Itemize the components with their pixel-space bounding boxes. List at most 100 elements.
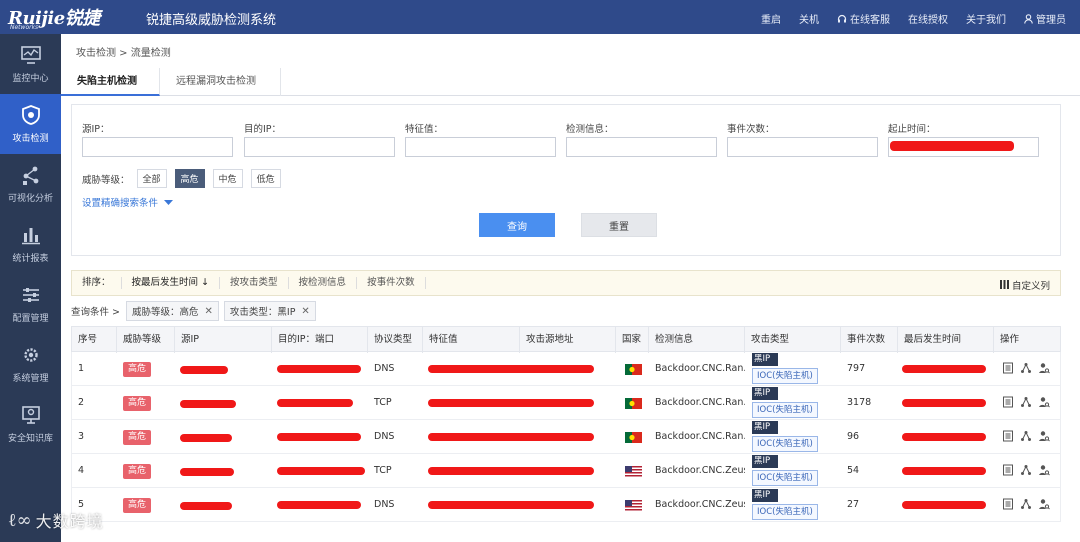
- details-icon[interactable]: [1002, 362, 1014, 374]
- threat-level-cell: 高危: [117, 488, 175, 522]
- custom-columns-button[interactable]: 自定义列: [999, 278, 1050, 292]
- redaction-mark: [277, 399, 353, 407]
- table-row[interactable]: 1 高危 DNS Backdoor.CNC.Ran... 黑IP IOC(失陷主机) 797: [71, 352, 1061, 386]
- redaction-mark: [902, 365, 986, 373]
- close-icon[interactable]: ✕: [205, 306, 213, 317]
- sidebar-item-attack-detect[interactable]: 攻击检测: [0, 94, 61, 154]
- redaction-mark: [428, 501, 594, 509]
- col-actions: 操作: [1000, 334, 1020, 345]
- sidebar-item-knowledge[interactable]: 安全知识库: [0, 394, 61, 454]
- user-search-icon[interactable]: [1038, 498, 1050, 510]
- detect-info-cell[interactable]: Backdoor.CNC.Ran...: [649, 420, 745, 454]
- sidebar-item-label: 安全知识库: [7, 434, 53, 444]
- protocol-cell: DNS: [374, 363, 395, 374]
- sort-last-time-label: 按最后发生时间: [131, 277, 199, 288]
- level-chip-high[interactable]: 高危: [174, 169, 205, 188]
- shutdown-link[interactable]: 关机: [799, 11, 819, 26]
- feature-input[interactable]: [405, 137, 556, 157]
- event-count-input[interactable]: [727, 137, 878, 157]
- attack-type-cell: 黑IP IOC(失陷主机): [752, 353, 818, 384]
- restart-link[interactable]: 重启: [761, 11, 781, 26]
- table-row[interactable]: 3 高危 DNS Backdoor.CNC.Ran... 黑IP IOC(失陷主机) 96: [71, 420, 1061, 454]
- dst-ip-label: 目的IP：: [244, 124, 282, 135]
- sort-last-time[interactable]: 按最后发生时间 ↓: [122, 277, 221, 289]
- user-search-icon[interactable]: [1038, 430, 1050, 442]
- detect-info-cell[interactable]: Backdoor.CNC.Ran...: [649, 352, 745, 386]
- redaction-mark: [902, 501, 986, 509]
- sidebar-item-system[interactable]: 系统管理: [0, 334, 61, 394]
- sidebar-item-reports[interactable]: 统计报表: [0, 214, 61, 274]
- redaction-mark: [277, 365, 361, 373]
- knowledge-icon: [21, 406, 40, 424]
- user-search-icon[interactable]: [1038, 362, 1050, 374]
- redaction-mark: [902, 467, 986, 475]
- redaction-mark: [180, 502, 232, 510]
- user-search-icon[interactable]: [1038, 396, 1050, 408]
- sidebar-item-monitor[interactable]: 监控中心: [0, 34, 61, 94]
- sort-event-count[interactable]: 按事件次数: [357, 277, 426, 289]
- event-count-cell: 54: [847, 465, 860, 476]
- detect-info-cell[interactable]: Backdoor.CNC.Zeus: [649, 454, 745, 488]
- reset-button[interactable]: 重置: [581, 213, 657, 237]
- level-chip-all[interactable]: 全部: [136, 169, 167, 188]
- detect-info-input[interactable]: [566, 137, 717, 157]
- status-badge: 高危: [123, 498, 152, 513]
- sort-detect-info[interactable]: 按检测信息: [289, 277, 358, 289]
- user-menu[interactable]: 管理员: [1024, 11, 1066, 26]
- redaction-mark: [277, 501, 361, 509]
- about-link[interactable]: 关于我们: [966, 11, 1006, 26]
- main-content: 攻击检测 > 流量检测 失陷主机检测 远程漏洞攻击检测 源IP： 目的IP： 特…: [61, 34, 1080, 542]
- detect-info-cell[interactable]: Backdoor.CNC.Zeus: [649, 488, 745, 522]
- online-service-link[interactable]: 在线客服: [837, 11, 890, 26]
- protocol-cell: DNS: [374, 499, 395, 510]
- detect-info-cell[interactable]: Backdoor.CNC.Ran...: [649, 386, 745, 420]
- row-actions: [1002, 464, 1050, 476]
- redaction-mark: [902, 399, 986, 407]
- user-icon: [1024, 13, 1033, 24]
- query-button[interactable]: 查询: [479, 213, 555, 237]
- col-src-ip: 源IP: [175, 327, 272, 353]
- threat-level-cell: 高危: [117, 386, 175, 420]
- sidebar-item-visual-analysis[interactable]: 可视化分析: [0, 154, 61, 214]
- feature-label: 特征值：: [405, 124, 444, 135]
- black-ip-tag: 黑IP: [752, 387, 778, 400]
- sort-attack-type[interactable]: 按攻击类型: [220, 277, 289, 289]
- topology-icon[interactable]: [1020, 362, 1032, 374]
- advanced-search-link[interactable]: 设置精确搜索条件: [82, 195, 174, 209]
- sidebar: 监控中心 攻击检测 可视化分析 统计报表 配置管理 系统管理 安全知识库: [0, 34, 61, 542]
- condition-chip: 威胁等级：高危 ✕: [125, 301, 219, 321]
- threat-level-filter: 威胁等级： 全部 高危 中危 低危: [82, 169, 289, 188]
- conditions-label: 查询条件 >: [71, 307, 120, 318]
- attack-type-cell: 黑IP IOC(失陷主机): [752, 455, 818, 486]
- online-license-link[interactable]: 在线授权: [908, 11, 948, 26]
- level-chip-medium[interactable]: 中危: [212, 169, 243, 188]
- details-icon[interactable]: [1002, 498, 1014, 510]
- table-row[interactable]: 5 高危 DNS Backdoor.CNC.Zeus 黑IP IOC(失陷主机) 27: [71, 488, 1061, 522]
- bar-chart-icon: [21, 228, 40, 245]
- top-nav: 重启 关机 在线客服 在线授权 关于我们 管理员: [743, 11, 1066, 26]
- level-chip-low[interactable]: 低危: [250, 169, 281, 188]
- user-search-icon[interactable]: [1038, 464, 1050, 476]
- topology-icon[interactable]: [1020, 430, 1032, 442]
- attack-type-cell: 黑IP IOC(失陷主机): [752, 387, 818, 418]
- topology-icon[interactable]: [1020, 396, 1032, 408]
- ioc-tag: IOC(失陷主机): [752, 368, 818, 384]
- details-icon[interactable]: [1002, 396, 1014, 408]
- close-icon[interactable]: ✕: [301, 306, 309, 317]
- details-icon[interactable]: [1002, 464, 1014, 476]
- arrow-down-icon: ↓: [201, 277, 210, 288]
- status-badge: 高危: [123, 430, 152, 445]
- src-ip-input[interactable]: [82, 137, 233, 157]
- tab-compromised-host[interactable]: 失陷主机检测: [61, 68, 160, 96]
- table-row[interactable]: 4 高危 TCP Backdoor.CNC.Zeus 黑IP IOC(失陷主机) 54: [71, 454, 1061, 488]
- tab-remote-exploit[interactable]: 远程漏洞攻击检测: [160, 68, 281, 96]
- time-range-label: 起止时间：: [888, 124, 936, 135]
- table-row[interactable]: 2 高危 TCP Backdoor.CNC.Ran... 黑IP IOC(失陷主机) 317…: [71, 386, 1061, 420]
- sidebar-item-config[interactable]: 配置管理: [0, 274, 61, 334]
- topology-icon[interactable]: [1020, 464, 1032, 476]
- details-icon[interactable]: [1002, 430, 1014, 442]
- watermark-text: 大数跨境: [35, 512, 104, 531]
- topology-icon[interactable]: [1020, 498, 1032, 510]
- row-index: 4: [78, 465, 85, 476]
- dst-ip-input[interactable]: [244, 137, 395, 157]
